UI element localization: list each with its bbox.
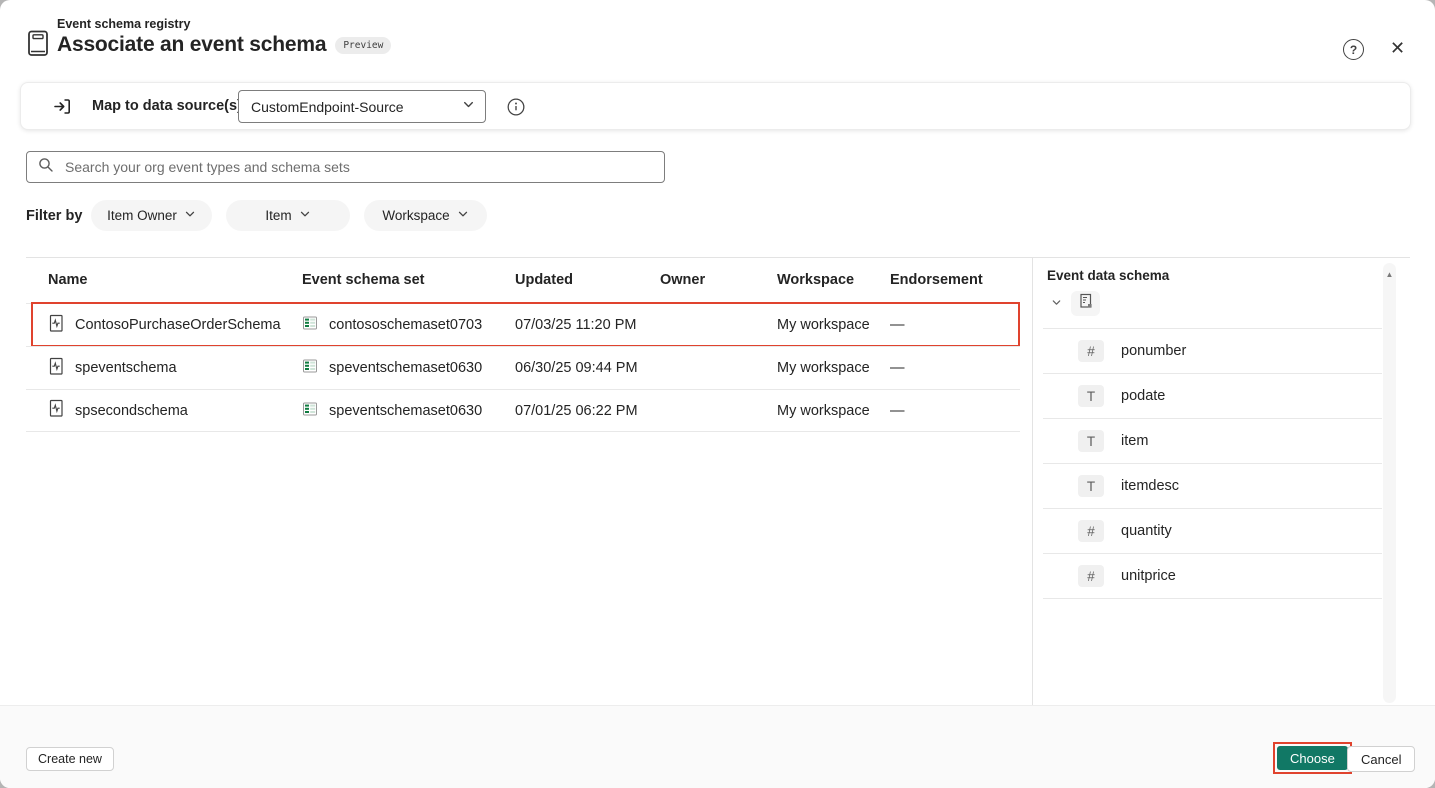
- filter-by-label: Filter by: [26, 208, 83, 224]
- choose-annotation-box: Choose: [1273, 742, 1352, 774]
- column-header-endorsement: Endorsement: [890, 272, 983, 288]
- dialog-footer: Create new Choose Cancel: [0, 705, 1435, 788]
- field-type-icon: #: [1078, 565, 1104, 587]
- dialog-eyebrow: Event schema registry: [57, 17, 191, 31]
- updated-value: 07/01/25 06:22 PM: [515, 402, 638, 419]
- field-name: item: [1121, 433, 1149, 449]
- field-name: unitprice: [1121, 568, 1176, 584]
- workspace-value: My workspace: [777, 402, 870, 419]
- chevron-down-icon: [299, 208, 311, 223]
- field-type-icon: T: [1078, 430, 1104, 452]
- scroll-up-icon[interactable]: ▲: [1383, 263, 1396, 279]
- workspace-value: My workspace: [777, 317, 870, 333]
- scrollbar[interactable]: ▲: [1383, 263, 1396, 703]
- map-datasource-label: Map to data source(s)*: [92, 98, 251, 114]
- schema-name: speventschema: [75, 360, 177, 376]
- schema-set-name: speventschemaset0630: [329, 360, 483, 376]
- table-row[interactable]: speventschema speventschemaset0630 06/30…: [26, 346, 1020, 389]
- column-header-owner: Owner: [660, 272, 706, 288]
- schema-table: Name Event schema set Updated Owner Work…: [26, 257, 1020, 432]
- chevron-down-icon[interactable]: [1051, 295, 1062, 313]
- field-type-icon: #: [1078, 340, 1104, 362]
- chevron-down-icon: [457, 208, 469, 223]
- map-datasource-card: Map to data source(s)* CustomEndpoint-So…: [20, 82, 1411, 130]
- event-schema-icon: [48, 314, 64, 337]
- search-icon: [38, 157, 54, 178]
- filter-chips: Item Owner Item Workspace: [91, 200, 487, 231]
- schema-field-row[interactable]: # quantity: [1043, 509, 1382, 554]
- info-icon[interactable]: [507, 98, 525, 119]
- updated-value: 06/30/25 09:44 PM: [515, 360, 638, 376]
- schema-set-icon: [302, 315, 318, 335]
- help-icon[interactable]: ?: [1343, 39, 1364, 60]
- field-name: ponumber: [1121, 343, 1187, 359]
- map-datasource-label-text: Map to data source(s): [92, 98, 242, 114]
- close-icon[interactable]: ✕: [1384, 37, 1411, 60]
- filter-chip[interactable]: Item: [226, 200, 350, 231]
- field-type-icon: #: [1078, 520, 1104, 542]
- panel-divider: [1032, 257, 1033, 705]
- column-header-schema-set: Event schema set: [302, 272, 425, 288]
- cancel-button[interactable]: Cancel: [1347, 746, 1416, 772]
- field-type-icon: T: [1078, 385, 1104, 407]
- chevron-down-icon: [462, 98, 475, 116]
- map-arrow-icon: [52, 96, 73, 122]
- schema-tree-root: [1051, 291, 1100, 316]
- filter-chip[interactable]: Workspace: [364, 200, 487, 231]
- associate-event-schema-dialog: Event schema registry Associate an event…: [0, 0, 1435, 788]
- updated-value: 07/03/25 11:20 PM: [515, 317, 637, 333]
- column-header-updated: Updated: [515, 272, 573, 288]
- table-row[interactable]: spsecondschema speventschemaset0630 07/0…: [26, 389, 1020, 432]
- datasource-dropdown[interactable]: CustomEndpoint-Source: [238, 90, 486, 123]
- schema-document-node[interactable]: [1071, 291, 1100, 316]
- document-icon: [1079, 293, 1093, 314]
- choose-button[interactable]: Choose: [1277, 746, 1348, 770]
- event-data-schema-title: Event data schema: [1047, 268, 1170, 283]
- search-input[interactable]: [63, 158, 656, 176]
- schema-field-row[interactable]: T itemdesc: [1043, 464, 1382, 509]
- schema-field-list: # ponumber T podate T item T itemdesc # …: [1043, 328, 1382, 599]
- endorsement-value: —: [890, 360, 905, 376]
- schema-set-name: speventschemaset0630: [329, 402, 483, 419]
- table-row[interactable]: ContosoPurchaseOrderSchema contososchema…: [26, 302, 1020, 347]
- field-type-icon: T: [1078, 475, 1104, 497]
- filter-chip-label: Item: [265, 208, 292, 223]
- schema-field-row[interactable]: # ponumber: [1043, 329, 1382, 374]
- preview-badge: Preview: [335, 36, 392, 54]
- schema-field-row[interactable]: T podate: [1043, 374, 1382, 419]
- schema-set-icon: [302, 401, 318, 421]
- schema-name: spsecondschema: [75, 402, 188, 419]
- datasource-selected-value: CustomEndpoint-Source: [251, 98, 404, 115]
- schema-field-row[interactable]: # unitprice: [1043, 554, 1382, 599]
- workspace-value: My workspace: [777, 360, 870, 376]
- schema-set-name: contososchemaset0703: [329, 317, 483, 333]
- schema-set-icon: [302, 358, 318, 378]
- table-header: Name Event schema set Updated Owner Work…: [26, 257, 1020, 303]
- chevron-down-icon: [184, 208, 196, 223]
- event-schema-icon: [48, 357, 64, 380]
- field-name: itemdesc: [1121, 478, 1180, 494]
- filter-chip[interactable]: Item Owner: [91, 200, 212, 231]
- schema-name: ContosoPurchaseOrderSchema: [75, 317, 281, 333]
- page-title: Associate an event schema: [57, 33, 327, 56]
- filter-chip-label: Workspace: [382, 208, 450, 223]
- endorsement-value: —: [890, 317, 905, 333]
- filter-chip-label: Item Owner: [107, 208, 177, 223]
- field-name: quantity: [1121, 523, 1172, 539]
- schema-field-row[interactable]: T item: [1043, 419, 1382, 464]
- create-new-button[interactable]: Create new: [26, 747, 114, 771]
- endorsement-value: —: [890, 402, 905, 419]
- search-box: [26, 151, 665, 183]
- field-name: podate: [1121, 388, 1166, 404]
- event-schema-icon: [48, 399, 64, 422]
- schema-registry-icon: [27, 30, 49, 62]
- column-header-name: Name: [48, 272, 88, 288]
- column-header-workspace: Workspace: [777, 272, 855, 288]
